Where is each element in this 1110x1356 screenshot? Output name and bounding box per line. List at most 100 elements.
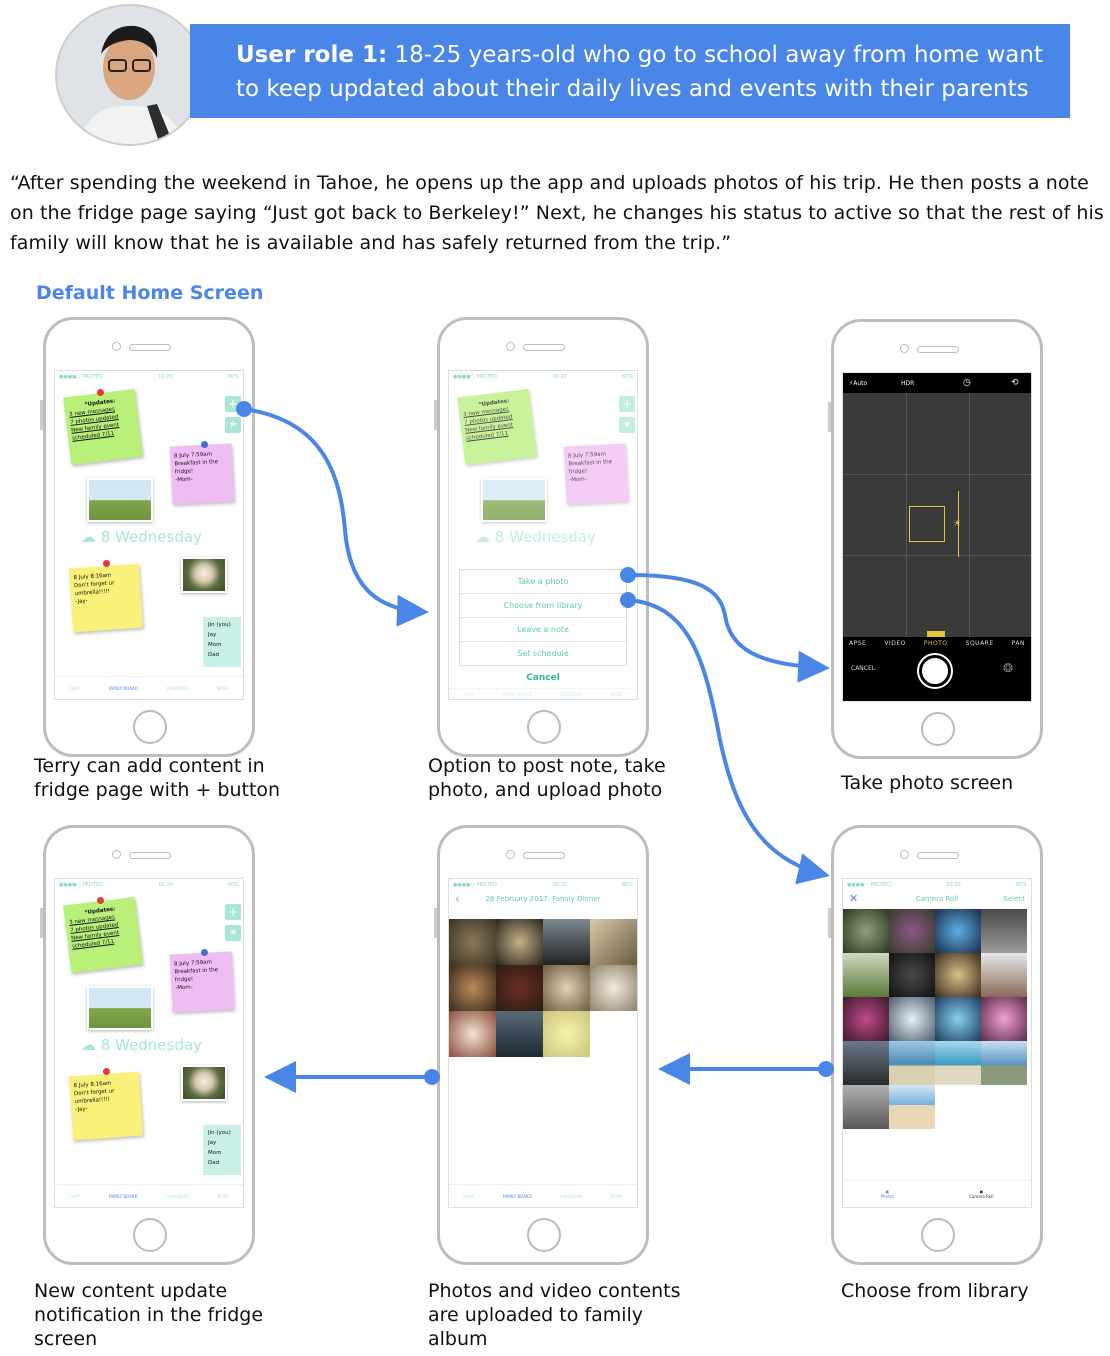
album-photo[interactable] — [496, 965, 543, 1011]
library-photo[interactable] — [935, 997, 981, 1041]
library-photo[interactable] — [981, 1041, 1027, 1085]
home-button[interactable] — [527, 1218, 561, 1252]
home-button[interactable] — [133, 710, 167, 744]
tab-family-board[interactable]: FAMILY BOARD — [503, 1194, 532, 1199]
add-button[interactable]: + — [225, 904, 241, 920]
flash-toggle[interactable]: ⚡Auto — [849, 380, 867, 387]
dog-photo[interactable] — [181, 1065, 227, 1101]
add-button[interactable]: + — [619, 396, 635, 412]
tab-chat[interactable]: CHAT — [69, 1194, 80, 1199]
album-photo[interactable] — [543, 965, 590, 1011]
home-button[interactable] — [527, 710, 561, 744]
star-button[interactable]: ★ — [619, 417, 635, 433]
add-button[interactable]: + — [225, 396, 241, 412]
select-button[interactable]: Select — [1003, 891, 1025, 907]
library-photo[interactable] — [889, 953, 935, 997]
member-item[interactable]: Jay — [208, 630, 236, 640]
mode-photo[interactable]: PHOTO — [924, 640, 948, 647]
album-photo[interactable] — [449, 1011, 496, 1057]
mode-video[interactable]: VIDEO — [884, 640, 906, 647]
member-item[interactable]: Mom — [208, 1148, 236, 1158]
tab-family-board[interactable]: FAMILY BOARD — [109, 686, 138, 691]
camera-roll-tab[interactable]: ◼ Camera Roll — [969, 1189, 993, 1199]
hdr-toggle[interactable]: HDR — [901, 380, 914, 387]
close-icon[interactable]: ✕ — [849, 891, 858, 907]
choose-library-option[interactable]: Choose from library — [460, 594, 626, 618]
member-item[interactable]: Jin (you) — [208, 1128, 236, 1138]
album-photo[interactable] — [496, 1011, 543, 1057]
tab-family-board[interactable]: FAMILY BOARD — [503, 692, 532, 697]
library-photo[interactable] — [843, 1041, 889, 1085]
jay-note[interactable]: 8 July 8:16am Don't forget ur umbrella!!… — [68, 1071, 144, 1141]
mode-timelapse[interactable]: APSE — [849, 640, 866, 647]
tab-family-board[interactable]: FAMILY BOARD — [109, 1194, 138, 1199]
library-photo[interactable] — [935, 1041, 981, 1085]
set-schedule-option[interactable]: Set schedule — [460, 642, 626, 665]
library-photo[interactable] — [935, 953, 981, 997]
tab-more[interactable]: MORE — [217, 1194, 229, 1199]
back-chevron-icon[interactable]: ‹ — [455, 891, 460, 907]
dog-photo[interactable] — [181, 557, 227, 593]
mom-note[interactable]: 8 July 7:59am Breakfast in the fridge! -… — [169, 443, 235, 505]
home-button[interactable] — [921, 1218, 955, 1252]
member-item[interactable]: Dad — [208, 650, 236, 660]
library-photo[interactable] — [981, 953, 1027, 997]
library-photo[interactable] — [889, 997, 935, 1041]
album-photo[interactable] — [449, 965, 496, 1011]
library-photo[interactable] — [981, 909, 1027, 953]
tab-calendar[interactable]: CALENDAR — [560, 1194, 582, 1199]
library-photo[interactable] — [935, 909, 981, 953]
filters-icon[interactable]: ❂ — [1003, 661, 1013, 675]
family-photo[interactable] — [87, 986, 153, 1030]
star-button[interactable]: ★ — [225, 417, 241, 433]
family-photo[interactable] — [87, 478, 153, 522]
tab-calendar[interactable]: CALENDAR — [166, 686, 188, 691]
timer-icon[interactable]: ◷ — [963, 378, 971, 388]
tab-more[interactable]: MORE — [217, 686, 229, 691]
mom-note[interactable]: 8 July 7:59am Breakfast in the fridge! -… — [169, 951, 235, 1013]
camera-cancel-button[interactable]: CANCEL — [851, 665, 875, 672]
member-item[interactable]: Jay — [208, 1138, 236, 1148]
take-photo-option[interactable]: Take a photo — [460, 570, 626, 594]
tab-chat[interactable]: CHAT — [463, 1194, 474, 1199]
role-label: User role 1: — [236, 42, 388, 68]
album-photo[interactable] — [449, 919, 496, 965]
album-photo[interactable] — [590, 965, 637, 1011]
cancel-button[interactable]: Cancel — [459, 667, 627, 689]
member-item[interactable]: Dad — [208, 1158, 236, 1168]
tab-more[interactable]: MORE — [611, 1194, 623, 1199]
tab-calendar[interactable]: CALENDAR — [560, 692, 582, 697]
switch-camera-icon[interactable]: ⟲ — [1011, 378, 1019, 388]
tab-more[interactable]: MORE — [611, 692, 623, 697]
tab-chat[interactable]: CHAT — [463, 692, 474, 697]
mode-square[interactable]: SQUARE — [966, 640, 994, 647]
star-button[interactable]: ★ — [225, 925, 241, 941]
album-photo[interactable] — [496, 919, 543, 965]
updates-note[interactable]: *Updates: 3 new messages 7 photos update… — [63, 388, 143, 466]
home-button[interactable] — [921, 712, 955, 746]
library-photo[interactable] — [843, 997, 889, 1041]
member-item[interactable]: Mom — [208, 640, 236, 650]
library-photo[interactable] — [889, 909, 935, 953]
leave-note-option[interactable]: Leave a note — [460, 618, 626, 642]
library-photo[interactable] — [889, 1085, 935, 1129]
viewfinder[interactable]: ☀ — [843, 393, 1031, 641]
photos-tab[interactable]: ▣ Photos — [881, 1189, 895, 1199]
jay-note[interactable]: 8 July 8:16am Don't forget ur umbrella!!… — [68, 563, 144, 633]
library-photo[interactable] — [843, 909, 889, 953]
updates-note[interactable]: *Updates: 3 new messages 7 photos update… — [63, 896, 143, 974]
library-photo[interactable] — [981, 997, 1027, 1041]
shutter-button[interactable] — [919, 655, 951, 687]
album-photo[interactable] — [543, 919, 590, 965]
library-photo[interactable] — [843, 1085, 889, 1129]
member-item[interactable]: Jin (you) — [208, 620, 236, 630]
album-photo[interactable] — [543, 1011, 590, 1057]
library-photo[interactable] — [889, 1041, 935, 1085]
tab-calendar[interactable]: CALENDAR — [166, 1194, 188, 1199]
home-button[interactable] — [133, 1218, 167, 1252]
mode-selector: APSE VIDEO PHOTO SQUARE PAN — [843, 637, 1031, 647]
library-photo[interactable] — [843, 953, 889, 997]
mode-pano[interactable]: PAN — [1012, 640, 1025, 647]
album-photo[interactable] — [590, 919, 637, 965]
tab-chat[interactable]: CHAT — [69, 686, 80, 691]
